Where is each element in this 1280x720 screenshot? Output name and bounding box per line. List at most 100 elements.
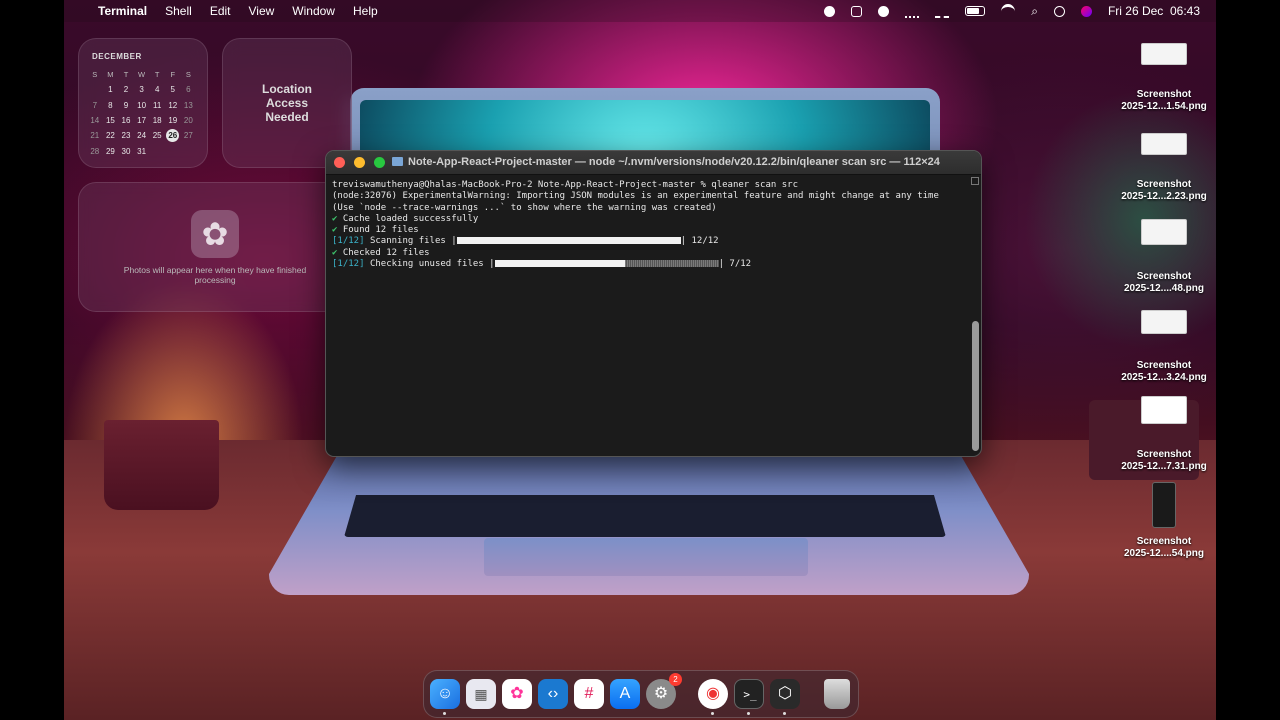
cache-line: ✔ Cache loaded successfully	[332, 214, 962, 225]
sparkle-icon[interactable]	[905, 4, 920, 18]
file-thumbnail	[1141, 133, 1187, 155]
chrome-logo-icon: ◉	[706, 685, 720, 702]
menu-app-terminal[interactable]: Terminal	[98, 4, 147, 18]
desktop-file-screenshot-4[interactable]: Screenshot 2025-12...3.24.png	[1114, 310, 1214, 384]
finder-icon[interactable]: ☺	[430, 679, 460, 709]
cube-app-icon[interactable]: ⬡	[770, 679, 800, 709]
calendar-day: 2	[123, 85, 129, 95]
file-label: Screenshot	[1136, 271, 1192, 282]
slack-icon[interactable]: #	[574, 679, 604, 709]
desktop-file-screenshot-2[interactable]: Screenshot 2025-12...2.23.png	[1114, 133, 1214, 203]
location-widget[interactable]: Location Access Needed	[222, 38, 352, 168]
weekday-label: T	[154, 70, 160, 80]
menu-shell[interactable]: Shell	[165, 4, 192, 18]
running-indicator	[443, 712, 446, 715]
check-mark: ✔	[332, 225, 338, 236]
terminal-window[interactable]: Note-App-React-Project-master — node ~/.…	[325, 150, 982, 457]
desktop-file-screenshot-3[interactable]: Screenshot 2025-12....48.png	[1114, 219, 1214, 295]
terminal-icon[interactable]: >_	[734, 679, 764, 709]
record-icon[interactable]	[824, 5, 836, 17]
status-area: ⌕ Fri 26 Dec 06:43	[824, 3, 1200, 19]
calendar-day: 23	[121, 131, 131, 141]
cube-status-icon[interactable]	[851, 5, 863, 17]
menu-window[interactable]: Window	[292, 4, 335, 18]
photos-flower-icon	[191, 210, 239, 258]
scan-progress-fill	[456, 237, 681, 245]
text-icon[interactable]	[935, 4, 950, 18]
menu-help[interactable]: Help	[353, 4, 378, 18]
running-indicator	[747, 712, 750, 715]
coat-of-arms-thumbnail-icon	[1141, 396, 1187, 424]
file-thumbnail	[1141, 310, 1187, 334]
close-button[interactable]	[334, 157, 345, 168]
prompt-line: treviswamuthenya@Qhalas-MacBook-Pro-2 No…	[332, 180, 798, 190]
menu-view[interactable]: View	[249, 4, 275, 18]
weekday-label: F	[170, 70, 176, 80]
found-line: ✔ Found 12 files	[332, 225, 962, 236]
location-message: Location Access Needed	[262, 82, 312, 124]
photos-widget[interactable]: Photos will appear here when they have f…	[78, 182, 352, 312]
calendar-today: 26	[165, 128, 181, 143]
launchpad-icon[interactable]: ▦	[466, 679, 496, 709]
grid-icon: ▦	[474, 686, 488, 702]
file-label: 2025-12....54.png	[1123, 548, 1205, 559]
terminal-titlebar[interactable]: Note-App-React-Project-master — node ~/.…	[326, 151, 981, 175]
hash-icon: #	[584, 685, 594, 702]
battery-icon[interactable]	[965, 6, 986, 16]
trash-icon[interactable]	[824, 679, 850, 709]
file-label: Screenshot	[1136, 360, 1192, 371]
file-label: 2025-12...2.23.png	[1121, 191, 1207, 202]
terminal-output[interactable]: treviswamuthenya@Qhalas-MacBook-Pro-2 No…	[332, 180, 962, 450]
found-text: Found 12 files	[342, 225, 419, 236]
desktop-file-screenshot-1[interactable]: Screenshot 2025-12...1.54.png	[1114, 43, 1214, 113]
calendar-day: 21	[90, 131, 100, 141]
check-mark: ✔	[332, 247, 338, 258]
calendar-day: 1	[108, 85, 113, 95]
prompt-icon: >_	[743, 688, 757, 701]
calendar-day	[165, 143, 181, 158]
desktop-file-screenshot-6[interactable]: Screenshot 2025-12....54.png	[1114, 482, 1214, 560]
running-indicator	[711, 712, 714, 715]
grammarly-icon[interactable]	[878, 5, 890, 17]
menu-clock[interactable]: Fri 26 Dec 06:43	[1108, 4, 1200, 18]
photos-icon[interactable]: ✿	[502, 679, 532, 709]
menu-edit[interactable]: Edit	[210, 4, 231, 18]
calendar-day: 20	[183, 116, 193, 126]
scrollbar-button[interactable]	[971, 177, 979, 185]
file-label: 2025-12...3.24.png	[1121, 372, 1207, 383]
desktop-file-screenshot-5[interactable]: Screenshot 2025-12...7.31.png	[1114, 396, 1214, 473]
minimize-button[interactable]	[354, 157, 365, 168]
calendar-day: 17	[137, 116, 147, 126]
calendar-day: 11	[153, 100, 162, 110]
check-progress-line: [1/12] Checking unused files | | 7/12	[332, 259, 752, 270]
a-icon: A	[619, 685, 631, 702]
settings-icon[interactable]: ⚙ 2	[646, 673, 682, 709]
keyboard-decor	[344, 495, 946, 537]
appstore-icon[interactable]: A	[610, 679, 640, 709]
pot-left-decor	[104, 420, 219, 510]
checked-text: Checked 12 files	[342, 247, 430, 258]
chrome-icon[interactable]: ◉	[698, 679, 728, 709]
weekday-label: S	[92, 70, 98, 80]
calendar-day: 19	[168, 116, 178, 126]
code-icon: ‹›	[547, 685, 559, 702]
calendar-day: 14	[90, 116, 100, 126]
check-label: Checking unused files	[369, 259, 484, 270]
photos-message: Photos will appear here when they have f…	[123, 265, 307, 285]
check-mark: ✔	[332, 213, 338, 224]
zoom-button[interactable]	[374, 157, 385, 168]
wifi-icon[interactable]	[1001, 3, 1016, 19]
calendar-grid: SMTWTFS 1 2 3 4 5 6 7 8 9 10 11 12 13 14 15 16 17 18 19 20 2…	[87, 67, 196, 159]
check-step: [1/12]	[332, 259, 365, 270]
control-center-icon[interactable]	[1053, 5, 1065, 17]
terminal-scrollbar[interactable]	[971, 176, 980, 454]
check-count: 7/12	[729, 259, 752, 270]
vscode-icon[interactable]: ‹›	[538, 679, 568, 709]
terminal-title: Note-App-React-Project-master — node ~/.…	[408, 156, 940, 168]
calendar-widget[interactable]: DECEMBER SMTWTFS 1 2 3 4 5 6 7 8 9 10 11 12 13 14 15 16…	[78, 38, 208, 168]
search-icon[interactable]: ⌕	[1031, 4, 1038, 19]
file-label: Screenshot	[1136, 179, 1192, 190]
scrollbar-thumb[interactable]	[972, 321, 979, 451]
calendar-day: 16	[121, 116, 131, 126]
siri-icon[interactable]	[1080, 5, 1092, 17]
